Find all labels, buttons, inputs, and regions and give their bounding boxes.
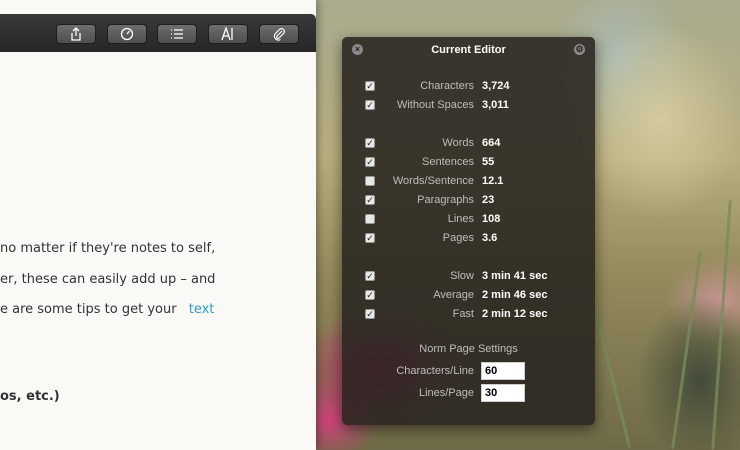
stat-checkbox-slow[interactable]: ✓ <box>365 271 375 281</box>
stat-row-characters: ✓ Characters 3,724 <box>342 79 595 95</box>
stat-label: Fast <box>452 308 474 320</box>
stat-label: Pages <box>442 232 474 244</box>
stat-row-words-sentence: Words/Sentence 12.1 <box>342 174 595 190</box>
stat-value: 23 <box>482 194 495 206</box>
paperclip-icon <box>272 27 286 41</box>
stat-label: Sentences <box>422 156 474 168</box>
gauge-icon <box>120 27 134 41</box>
stat-label: Lines <box>447 213 474 225</box>
statistics-panel: × Current Editor ⚙ ✓ Characters 3,724 ✓ With… <box>342 37 595 425</box>
stat-label: Words/Sentence <box>392 175 474 187</box>
stat-value: 2 min 46 sec <box>482 289 548 301</box>
settings-icon[interactable]: ⚙ <box>574 44 585 55</box>
stat-value: 3.6 <box>482 232 498 244</box>
stat-value: 108 <box>482 213 501 225</box>
lines-per-page-row: Lines/Page <box>342 384 595 404</box>
stat-row-slow: ✓ Slow 3 min 41 sec <box>342 269 595 285</box>
stat-label: Without Spaces <box>396 99 474 111</box>
document-link[interactable]: text <box>189 302 215 317</box>
stat-row-average: ✓ Average 2 min 46 sec <box>342 288 595 304</box>
editor-window: no matter if they're notes to self, er, … <box>0 0 316 450</box>
stat-label: Characters <box>420 80 474 92</box>
characters-per-line-row: Characters/Line <box>342 362 595 382</box>
stat-row-fast: ✓ Fast 2 min 12 sec <box>342 307 595 323</box>
stat-value: 3,011 <box>482 99 509 111</box>
lines-per-page-field[interactable] <box>481 384 525 402</box>
stat-value: 3,724 <box>482 80 510 92</box>
panel-title: Current Editor <box>431 44 506 56</box>
outline-button[interactable] <box>157 24 197 44</box>
stat-row-pages: ✓ Pages 3.6 <box>342 231 595 247</box>
stat-label: Slow <box>450 270 474 282</box>
document-line: no matter if they're notes to self, <box>0 241 216 256</box>
characters-per-line-field[interactable] <box>481 362 525 380</box>
stat-value: 12.1 <box>482 175 504 187</box>
typography-button[interactable] <box>208 24 248 44</box>
stat-row-without-spaces: ✓ Without Spaces 3,011 <box>342 98 595 114</box>
document-line: os, etc.) <box>0 389 60 404</box>
list-icon <box>170 28 184 40</box>
stat-checkbox-pages[interactable]: ✓ <box>365 233 375 243</box>
editor-toolbar <box>0 14 316 52</box>
stat-row-lines: Lines 108 <box>342 212 595 228</box>
stat-checkbox-words-sentence[interactable] <box>365 176 375 186</box>
stat-row-paragraphs: ✓ Paragraphs 23 <box>342 193 595 209</box>
statistics-button[interactable] <box>107 24 147 44</box>
stat-value: 664 <box>482 137 501 149</box>
characters-per-line-label: Characters/Line <box>396 365 474 377</box>
stat-row-sentences: ✓ Sentences 55 <box>342 155 595 171</box>
stat-label: Words <box>442 137 474 149</box>
stat-value: 2 min 12 sec <box>482 308 548 320</box>
stat-checkbox-paragraphs[interactable]: ✓ <box>365 195 375 205</box>
share-icon <box>69 27 83 41</box>
document-line: e are some tips to get your text <box>0 302 215 317</box>
stat-checkbox-average[interactable]: ✓ <box>365 290 375 300</box>
text-cursor-icon <box>221 27 235 41</box>
norm-page-settings-title: Norm Page Settings <box>419 343 518 355</box>
attachment-button[interactable] <box>259 24 299 44</box>
stat-checkbox-fast[interactable]: ✓ <box>365 309 375 319</box>
stat-checkbox-sentences[interactable]: ✓ <box>365 157 375 167</box>
stat-label: Paragraphs <box>417 194 474 206</box>
share-button[interactable] <box>56 24 96 44</box>
stat-value: 3 min 41 sec <box>482 270 548 282</box>
stat-value: 55 <box>482 156 495 168</box>
stat-checkbox-without-spaces[interactable]: ✓ <box>365 100 375 110</box>
stat-row-words: ✓ Words 664 <box>342 136 595 152</box>
stat-checkbox-lines[interactable] <box>365 214 375 224</box>
stat-checkbox-words[interactable]: ✓ <box>365 138 375 148</box>
document-line: er, these can easily add up – and <box>0 272 216 287</box>
stat-checkbox-characters[interactable]: ✓ <box>365 81 375 91</box>
stat-label: Average <box>433 289 474 301</box>
lines-per-page-label: Lines/Page <box>418 387 474 399</box>
